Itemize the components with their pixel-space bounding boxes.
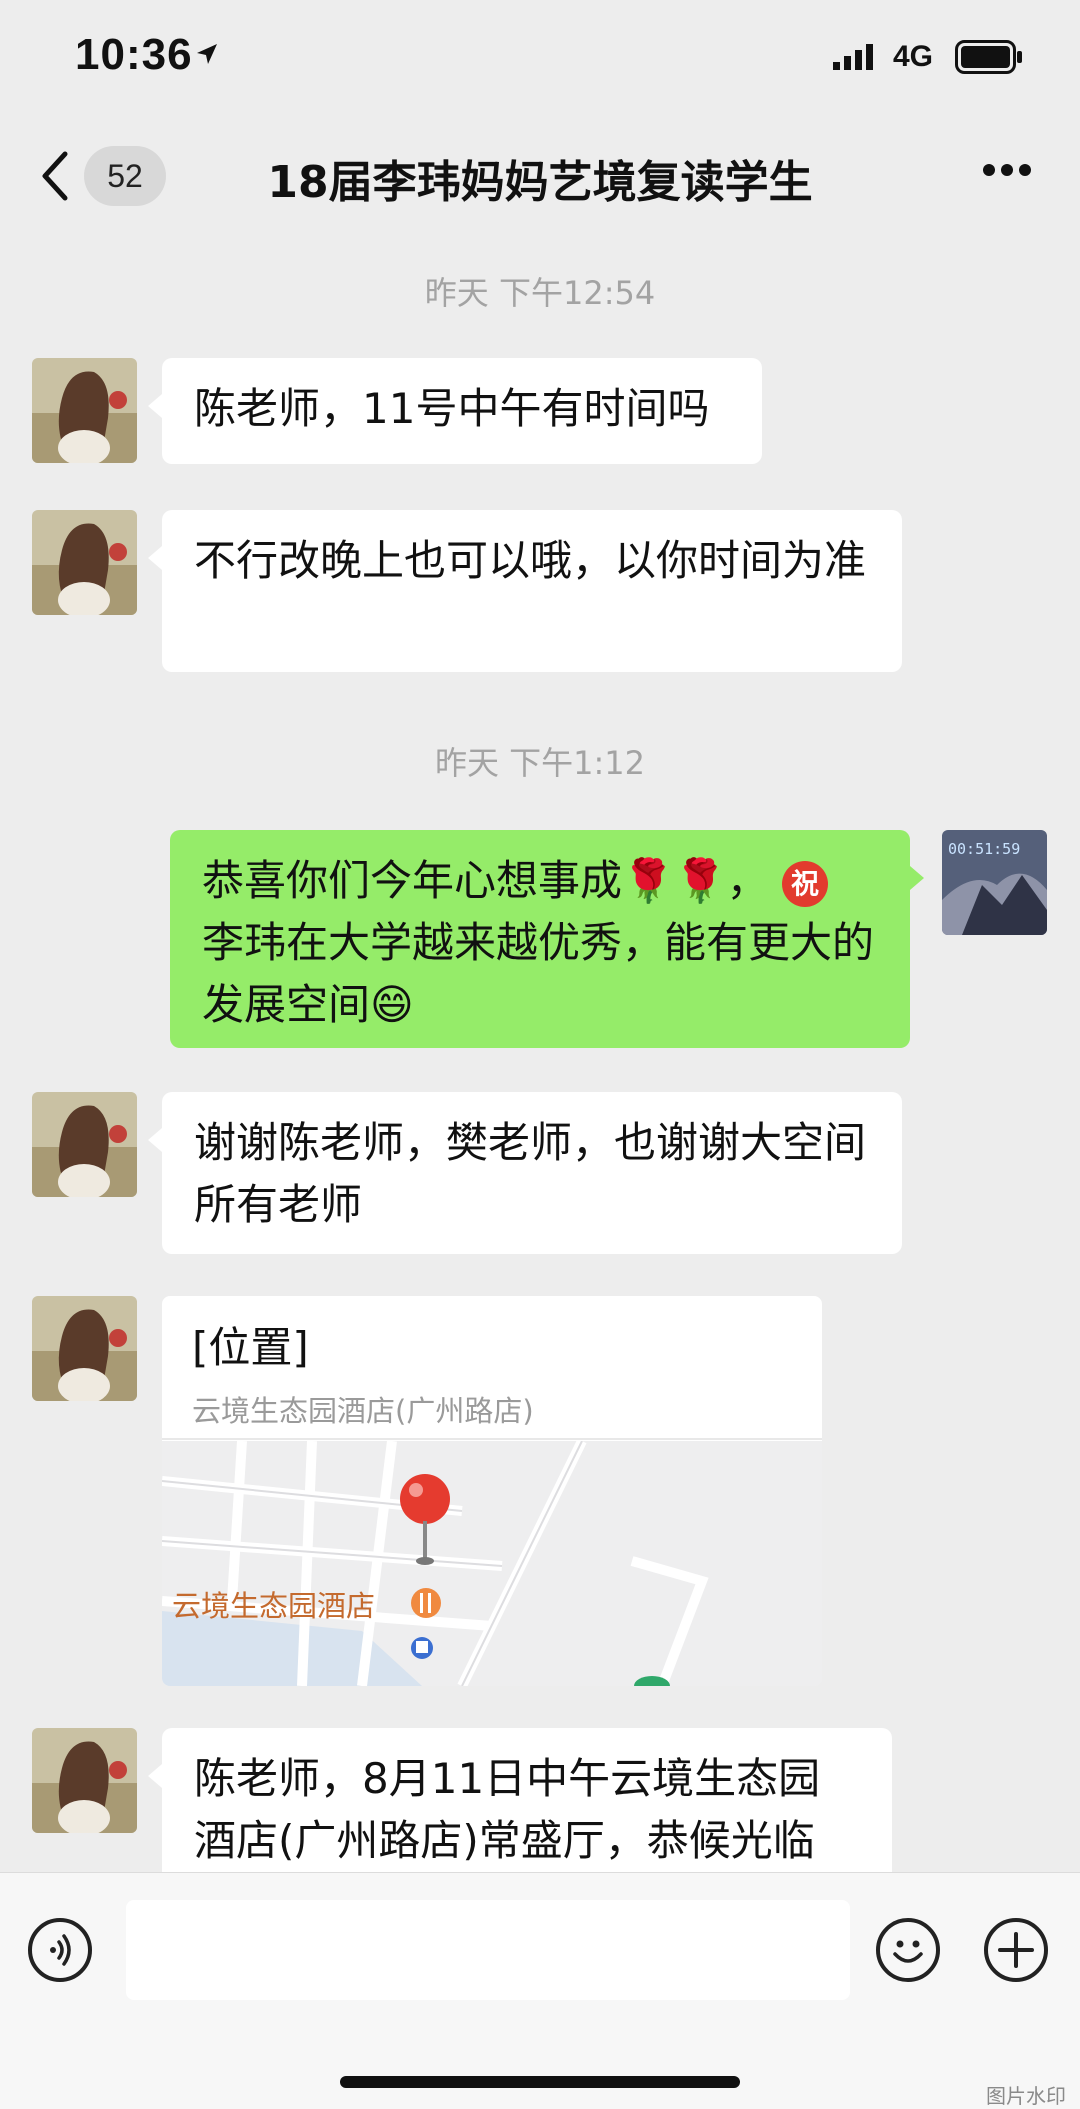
rose-emoji: 🌹🌹 xyxy=(622,856,727,905)
message-bubble[interactable]: 陈老师，8月11日中午云境生态园酒店(广州路店)常盛厅，恭候光临 xyxy=(148,1728,892,1890)
clock-text: 00:51:59 xyxy=(948,840,1020,858)
chat-title: 18届李玮妈妈艺境复读学生 xyxy=(267,157,813,208)
map-preview[interactable]: 云境生态园酒店 xyxy=(162,1438,822,1686)
network-type: 4G xyxy=(893,40,934,73)
timestamp: 昨天 下午1:12 xyxy=(434,744,646,782)
blessing-emoji: 祝 xyxy=(781,860,828,907)
location-card[interactable]: [位置] 云境生态园酒店(广州路店) 云境生态园酒店 xyxy=(162,1296,822,1686)
emoji-icon xyxy=(893,1940,923,1963)
chat-area[interactable]: 昨天 下午12:54 陈老师，11号中午有时间吗 不行改晚上也可以哦，以你时间为… xyxy=(0,232,1080,1890)
home-indicator xyxy=(340,2076,740,2088)
avatar-image xyxy=(32,358,137,463)
self-avatar-image: 00:51:59 xyxy=(942,830,1047,935)
map-pin-icon xyxy=(400,1474,450,1524)
message-text: 李玮在大学越来越优秀，能有更大的发展空间 xyxy=(202,918,875,1029)
location-address: 云境生态园酒店(广州路店) xyxy=(192,1394,534,1428)
self-avatar[interactable]: 00:51:59 xyxy=(942,830,1047,935)
message-text: 恭喜你们今年心想事成 xyxy=(202,856,623,905)
message-input[interactable] xyxy=(126,1900,850,2000)
avatar-image xyxy=(32,510,137,615)
message-text: 陈老师，11号中午有时间吗 xyxy=(194,384,710,433)
avatar[interactable] xyxy=(32,1296,137,1401)
avatar[interactable] xyxy=(32,358,137,463)
more-options-icon[interactable] xyxy=(982,163,1032,177)
location-title: [位置] xyxy=(192,1323,309,1372)
avatar-image xyxy=(32,1092,137,1197)
add-button[interactable] xyxy=(984,1918,1048,1982)
avatar[interactable] xyxy=(32,1092,137,1197)
avatar-image xyxy=(32,1728,137,1833)
status-time: 10:36 xyxy=(75,30,193,79)
watermark: 图片水印 xyxy=(986,2084,1066,2108)
map-roads xyxy=(162,1438,822,1686)
plus-icon xyxy=(998,1932,1034,1968)
message-bubble[interactable]: 陈老师，11号中午有时间吗 xyxy=(148,358,762,464)
timestamp: 昨天 下午12:54 xyxy=(424,274,656,312)
message-bubble-self[interactable]: 恭喜你们今年心想事成🌹🌹， 祝 李玮在大学越来越优秀，能有更大的发展空间😄 xyxy=(170,830,924,1048)
status-bar: 10:36 4G xyxy=(0,0,1080,120)
message-text: 陈老师，8月11日中午云境生态园酒店(广州路店)常盛厅，恭候光临 xyxy=(194,1754,821,1865)
avatar[interactable] xyxy=(32,510,137,615)
avatar-image xyxy=(32,1296,137,1401)
signal-icon xyxy=(833,44,873,70)
restaurant-icon xyxy=(411,1588,441,1618)
battery-icon xyxy=(955,40,1022,74)
message-text: ， xyxy=(726,856,769,905)
message-bubble[interactable]: 谢谢陈老师，樊老师，也谢谢大空间所有老师 xyxy=(148,1092,902,1254)
message-bubble[interactable]: 不行改晚上也可以哦，以你时间为准 xyxy=(148,510,902,672)
location-arrow-icon xyxy=(197,44,217,64)
voice-icon xyxy=(50,1934,71,1966)
voice-button[interactable] xyxy=(28,1918,92,1982)
map-place-label: 云境生态园酒店 xyxy=(172,1589,376,1623)
message-text: 谢谢陈老师，樊老师，也谢谢大空间所有老师 xyxy=(194,1118,867,1229)
avatar[interactable] xyxy=(32,1728,137,1833)
emoji-button[interactable] xyxy=(876,1918,940,1982)
grin-emoji: 😄 xyxy=(370,980,414,1029)
divider xyxy=(162,1438,822,1440)
message-text: 不行改晚上也可以哦，以你时间为准 xyxy=(194,536,867,585)
